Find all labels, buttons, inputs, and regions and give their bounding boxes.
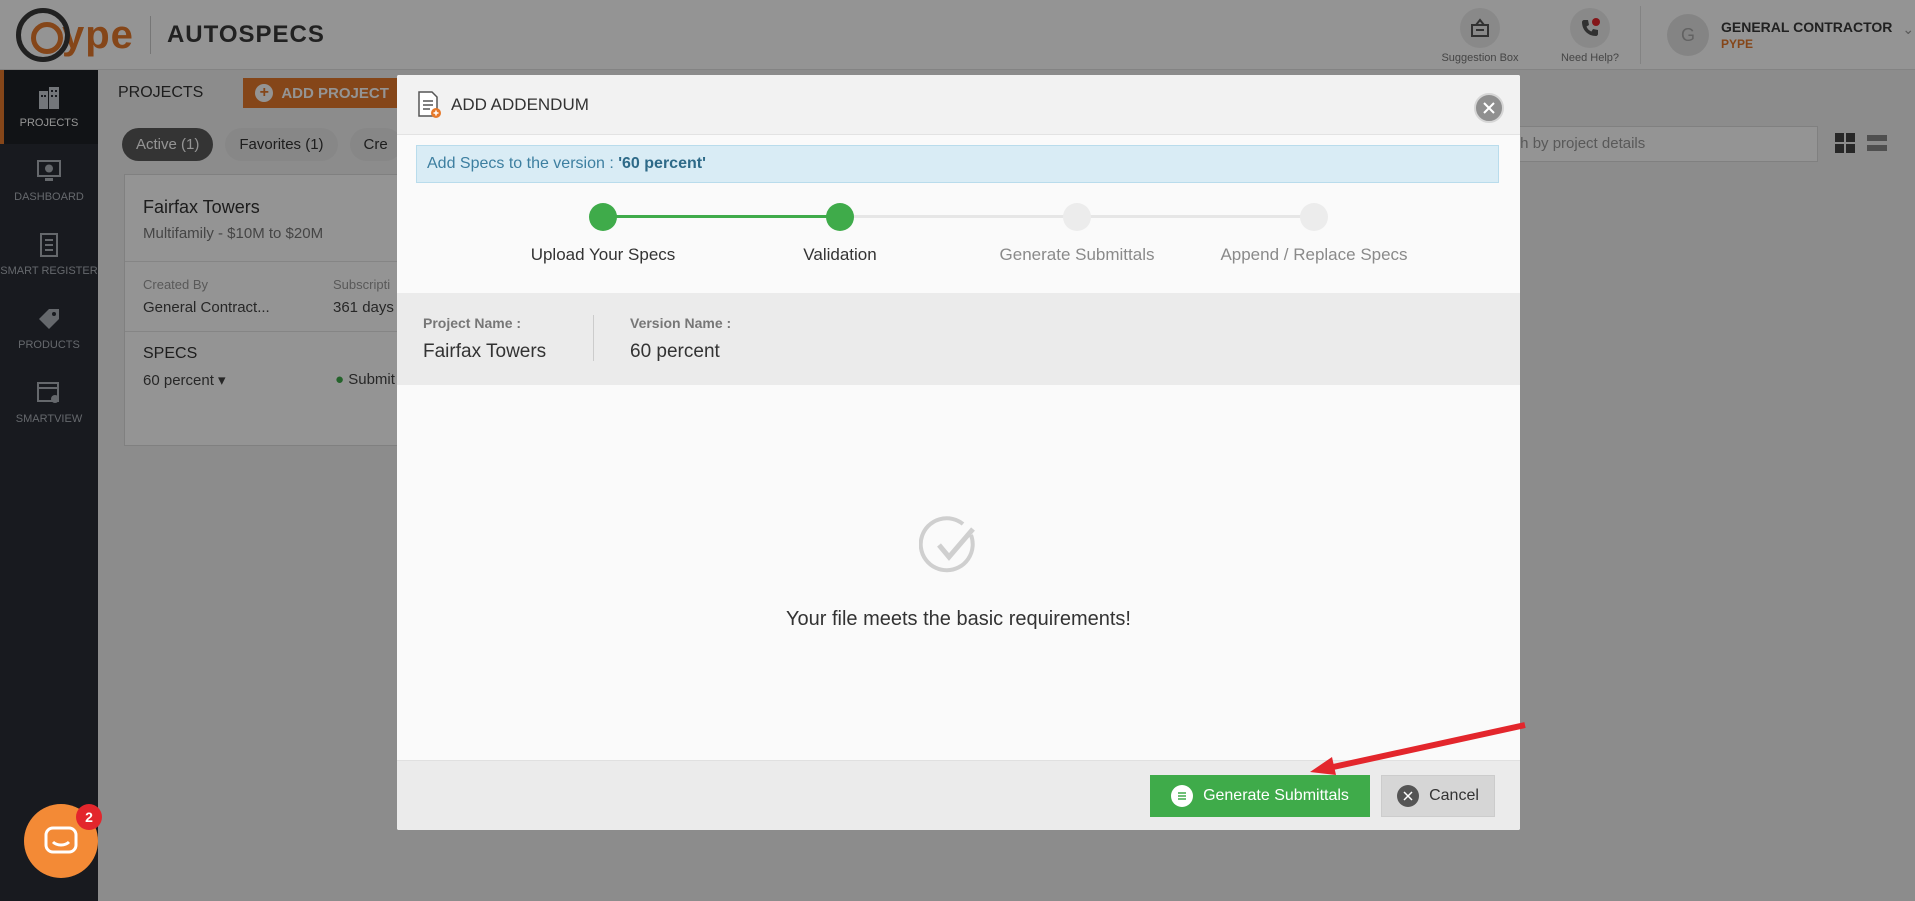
step-label-validation: Validation bbox=[803, 245, 877, 264]
project-name-block: Project Name : Fairfax Towers bbox=[423, 315, 546, 363]
cancel-label: Cancel bbox=[1429, 787, 1479, 804]
step-dot-append bbox=[1300, 203, 1328, 231]
generate-submittals-button[interactable]: Generate Submittals bbox=[1150, 775, 1370, 817]
cancel-button[interactable]: Cancel bbox=[1381, 775, 1495, 817]
validation-result-message: Your file meets the basic requirements! bbox=[786, 608, 1131, 630]
info-divider bbox=[593, 315, 594, 361]
close-button[interactable] bbox=[1474, 93, 1504, 123]
info-version: '60 percent' bbox=[618, 155, 706, 172]
step-label-upload: Upload Your Specs bbox=[530, 245, 676, 264]
progress-stepper: Upload Your Specs Validation Generate Su… bbox=[397, 187, 1520, 275]
chat-icon bbox=[44, 826, 78, 854]
step-dot-generate bbox=[1063, 203, 1091, 231]
step-dot-validation bbox=[826, 203, 854, 231]
document-add-icon bbox=[418, 90, 441, 118]
annotation-arrow bbox=[1310, 722, 1526, 775]
version-name-block: Version Name : 60 percent bbox=[630, 315, 731, 363]
close-icon bbox=[1483, 102, 1495, 114]
list-icon bbox=[1171, 785, 1194, 807]
project-name-value: Fairfax Towers bbox=[423, 341, 547, 362]
generate-submittals-label: Generate Submittals bbox=[1203, 787, 1349, 804]
step-label-append: Append / Replace Specs bbox=[1220, 245, 1408, 264]
project-name-label: Project Name : bbox=[423, 315, 522, 331]
version-name-value: 60 percent bbox=[630, 341, 720, 362]
version-info-alert: Add Specs to the version : '60 percent' bbox=[416, 145, 1499, 183]
info-prefix: Add Specs to the version : bbox=[427, 155, 619, 172]
notification-badge: 2 bbox=[76, 804, 102, 830]
version-name-label: Version Name : bbox=[630, 315, 732, 331]
modal-header: ADD ADDENDUM bbox=[397, 75, 1520, 135]
check-circle-icon bbox=[919, 516, 975, 573]
step-dot-upload bbox=[589, 203, 617, 231]
close-circle-icon bbox=[1397, 785, 1420, 807]
modal-title: ADD ADDENDUM bbox=[451, 94, 589, 114]
project-info-panel: Project Name : Fairfax Towers Version Na… bbox=[397, 293, 1520, 385]
step-connector-done bbox=[603, 215, 840, 218]
step-label-generate: Generate Submittals bbox=[999, 245, 1155, 264]
